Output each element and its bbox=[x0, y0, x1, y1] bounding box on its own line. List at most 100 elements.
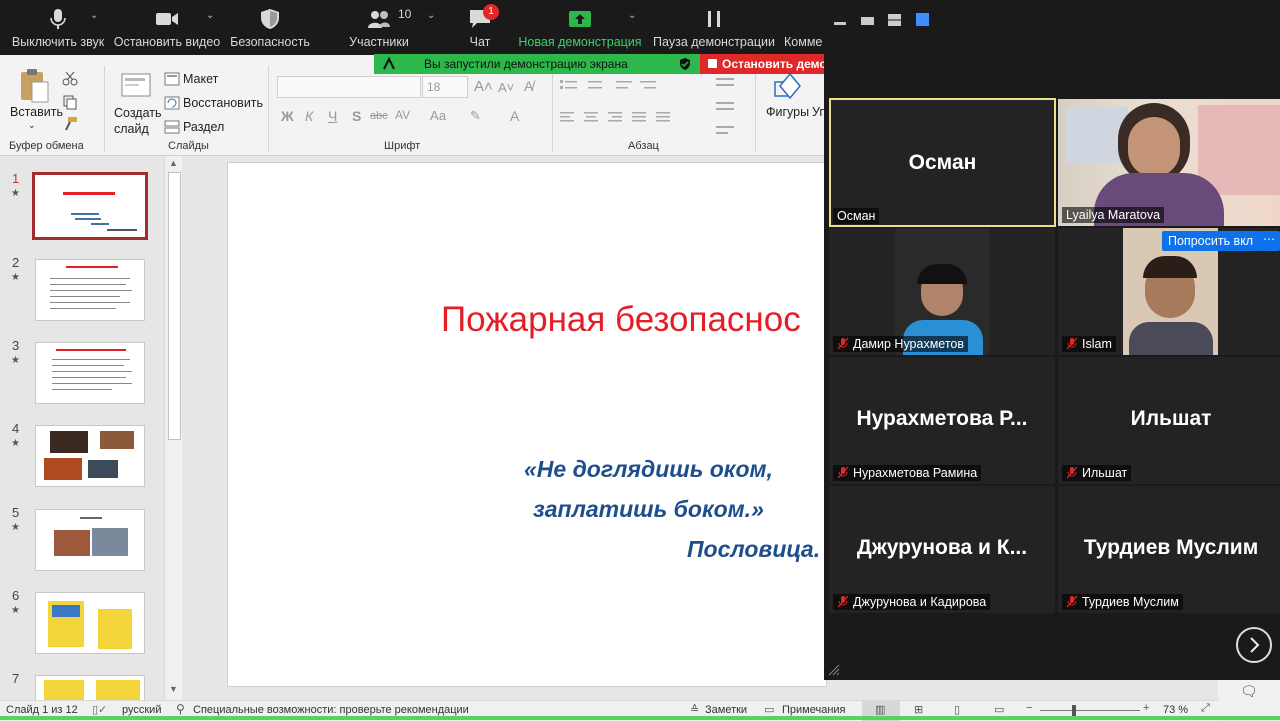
participants-options-chevron-icon[interactable]: ⌄ bbox=[427, 10, 435, 21]
video-tile[interactable]: Нурахметова Р... Нурахметова Рамина bbox=[829, 357, 1055, 484]
zoom-out-icon[interactable]: − bbox=[1026, 702, 1032, 714]
paste-button[interactable]: Вставить ⌄ bbox=[8, 68, 63, 138]
text-direction-icon[interactable] bbox=[714, 76, 744, 156]
strikethrough-button[interactable]: abc bbox=[370, 110, 388, 122]
mute-options-chevron-icon[interactable]: ⌄ bbox=[90, 10, 98, 21]
video-tile[interactable]: Дамир Нурахметов bbox=[829, 228, 1055, 355]
clear-format-icon[interactable]: A̸ bbox=[524, 78, 533, 94]
new-share-button[interactable]: Новая демонстрация bbox=[516, 0, 644, 55]
chat-label: Чат bbox=[469, 35, 491, 49]
font-size-field[interactable]: 18 bbox=[422, 76, 468, 98]
video-tile[interactable]: Турдиев Муслим Турдиев Муслим bbox=[1058, 486, 1280, 613]
stop-video-button[interactable]: Остановить видео bbox=[112, 0, 222, 55]
slide-quote-source[interactable]: Пословица. bbox=[687, 536, 820, 563]
more-options-icon[interactable]: ⋯ bbox=[1258, 231, 1280, 251]
notes-icon[interactable]: ≙ bbox=[690, 703, 699, 716]
shadow-button[interactable]: S bbox=[352, 108, 361, 124]
notification-icon[interactable]: 🗨 bbox=[1240, 683, 1258, 700]
fit-to-window-icon[interactable]: ⤢ bbox=[1201, 702, 1210, 715]
shapes-icon[interactable] bbox=[772, 72, 802, 102]
format-painter-icon[interactable] bbox=[62, 116, 78, 132]
zoom-slider-handle[interactable] bbox=[1072, 705, 1076, 716]
thumbnail-6[interactable]: 6 ★ bbox=[0, 588, 160, 656]
video-tile[interactable]: Осман Осман bbox=[829, 98, 1056, 227]
new-share-label: Новая демонстрация bbox=[518, 35, 642, 49]
spellcheck-icon[interactable]: ▯✓ bbox=[92, 703, 107, 716]
zoom-in-icon[interactable]: + bbox=[1143, 702, 1149, 714]
bold-button[interactable]: Ж bbox=[281, 108, 294, 124]
notes-button[interactable]: Заметки bbox=[705, 704, 747, 716]
layout-label: Макет bbox=[183, 72, 219, 86]
security-button[interactable]: Безопасность bbox=[228, 0, 312, 55]
ribbon-separator bbox=[104, 66, 105, 152]
video-tile[interactable]: Lyailya Maratova bbox=[1058, 99, 1280, 226]
thumbnails-scrollbar[interactable]: ▲ ▼ bbox=[164, 156, 182, 700]
chat-badge: 1 bbox=[483, 4, 499, 20]
more-button[interactable]: Комме bbox=[784, 0, 826, 55]
scroll-down-arrow-icon[interactable]: ▼ bbox=[169, 684, 178, 694]
comments-button[interactable]: Примечания bbox=[782, 704, 846, 716]
speaker-view-icon[interactable] bbox=[861, 17, 874, 25]
next-page-button[interactable] bbox=[1236, 627, 1272, 663]
video-tile[interactable]: Джурунова и К... Джурунова и Кадирова bbox=[829, 486, 1055, 613]
video-tile[interactable]: Попросить вкл ⋯ Islam bbox=[1058, 228, 1280, 355]
ask-to-unmute-button[interactable]: Попросить вкл bbox=[1162, 231, 1260, 251]
minimize-icon[interactable] bbox=[834, 22, 846, 25]
video-tile[interactable]: Ильшат Ильшат bbox=[1058, 357, 1280, 484]
layout-button[interactable]: Макет bbox=[164, 70, 244, 88]
video-options-chevron-icon[interactable]: ⌄ bbox=[206, 10, 214, 21]
char-spacing-button[interactable]: AV bbox=[395, 108, 410, 122]
zoom-slider[interactable] bbox=[1040, 705, 1140, 716]
animation-star-icon: ★ bbox=[11, 188, 20, 199]
share-options-chevron-icon[interactable]: ⌄ bbox=[628, 10, 636, 21]
italic-button[interactable]: К bbox=[305, 108, 313, 124]
bullets-icon[interactable] bbox=[560, 78, 660, 94]
reading-view-icon[interactable]: ▯ bbox=[954, 703, 960, 716]
reset-button[interactable]: Восстановить bbox=[164, 94, 263, 112]
thumbnail-1[interactable]: 1 ★ bbox=[0, 170, 160, 242]
participant-name-text: Islam bbox=[1082, 337, 1112, 351]
slide-sorter-icon[interactable]: ⊞ bbox=[914, 703, 923, 716]
zoom-level[interactable]: 73 % bbox=[1163, 704, 1188, 716]
chevron-right-icon bbox=[1250, 637, 1260, 653]
font-color-icon[interactable]: A bbox=[510, 108, 519, 124]
slide-quote-line-2[interactable]: заплатишь боком.» bbox=[533, 496, 764, 523]
slide-quote-line-1[interactable]: «Не доглядишь оком, bbox=[524, 456, 773, 483]
resize-grip-icon[interactable] bbox=[828, 664, 840, 676]
copy-icon[interactable] bbox=[62, 94, 78, 110]
accessibility-status[interactable]: Специальные возможности: проверьте реком… bbox=[193, 704, 469, 716]
thumbnail-2[interactable]: 2 ★ bbox=[0, 255, 160, 323]
strip-view-icon[interactable] bbox=[888, 14, 901, 26]
highlight-icon[interactable]: ✎ bbox=[470, 108, 481, 124]
scroll-up-arrow-icon[interactable]: ▲ bbox=[169, 158, 178, 168]
participant-name-large: Нурахметова Р... bbox=[856, 407, 1028, 430]
new-slide-button[interactable]: Создать слайд bbox=[112, 68, 162, 138]
reset-icon bbox=[164, 96, 180, 110]
cut-icon[interactable] bbox=[62, 70, 78, 86]
current-slide[interactable]: Пожарная безопаснос «Не доглядишь оком, … bbox=[227, 162, 827, 687]
font-name-field[interactable] bbox=[277, 76, 421, 98]
participant-name-large: Джурунова и К... bbox=[856, 536, 1028, 559]
slide-thumbnail-image bbox=[35, 675, 145, 700]
shrink-font-icon[interactable]: A˅ bbox=[498, 80, 514, 95]
grow-font-icon[interactable]: A˄ bbox=[474, 78, 493, 95]
gallery-view-icon[interactable] bbox=[916, 13, 929, 26]
change-case-button[interactable]: Аа bbox=[430, 108, 446, 123]
slide-title[interactable]: Пожарная безопаснос bbox=[441, 300, 801, 340]
thumbnail-5[interactable]: 5 ★ bbox=[0, 505, 160, 573]
scrollbar-thumb[interactable] bbox=[168, 172, 181, 440]
thumbnail-7[interactable]: 7 bbox=[0, 671, 160, 700]
shapes-label[interactable]: Фигуры bbox=[766, 105, 809, 119]
section-button[interactable]: Раздел bbox=[164, 118, 234, 136]
pause-share-button[interactable]: Пауза демонстрации bbox=[652, 0, 776, 55]
accessibility-icon[interactable]: ⚲ bbox=[176, 702, 185, 716]
slideshow-icon[interactable]: ▭ bbox=[994, 703, 1004, 716]
stop-share-button[interactable]: Остановить демо bbox=[700, 54, 826, 74]
thumbnail-3[interactable]: 3 ★ bbox=[0, 338, 160, 406]
mute-button[interactable]: Выключить звук bbox=[6, 0, 110, 55]
align-icons[interactable] bbox=[560, 110, 690, 126]
underline-button[interactable]: Ч bbox=[328, 108, 337, 124]
comments-icon[interactable]: ▭ bbox=[764, 703, 774, 716]
thumbnail-4[interactable]: 4 ★ bbox=[0, 421, 160, 489]
language-indicator[interactable]: русский bbox=[122, 704, 161, 716]
